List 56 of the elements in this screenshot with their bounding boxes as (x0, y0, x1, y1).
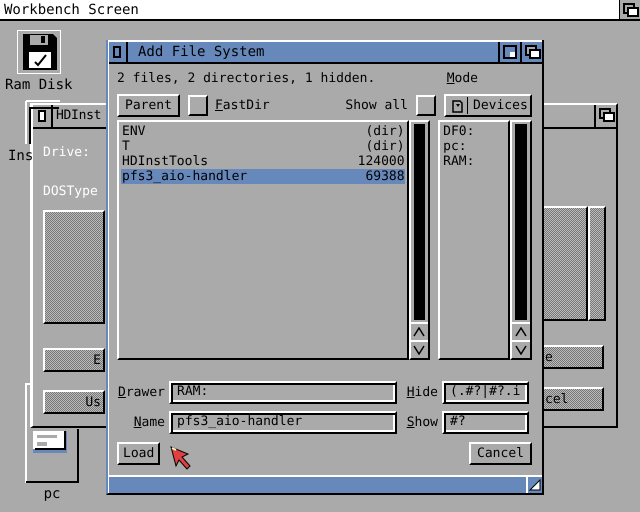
device-entry[interactable]: pc: (442, 139, 506, 154)
depth-gadget[interactable] (594, 105, 616, 127)
icon-label[interactable]: Ram Disk (5, 77, 72, 93)
show-all-label: Show all (345, 98, 408, 114)
drawer-field[interactable]: RAM: (169, 381, 397, 404)
scroll-track[interactable] (414, 124, 426, 320)
title-bar[interactable]: Add File System (108, 40, 542, 64)
icon-label[interactable]: Ins (8, 148, 34, 164)
mouse-pointer-icon (170, 446, 192, 470)
file-entry[interactable]: ENV (dir) (121, 124, 405, 139)
icon-label[interactable]: pc (44, 486, 60, 502)
status-text: 2 files, 2 directories, 1 hidden. (117, 71, 376, 87)
hide-pattern-field[interactable]: (.#?|#?.i (442, 381, 529, 404)
scroll-down-arrow[interactable] (512, 340, 530, 358)
scroll-track[interactable] (515, 124, 528, 320)
scroll-down-arrow[interactable] (410, 340, 428, 358)
hide-label: Hide (406, 384, 438, 400)
device-entry[interactable]: RAM: (442, 154, 506, 169)
mode-cycle-button[interactable]: Devices (444, 94, 532, 117)
dostype-label: DOSType (43, 184, 99, 200)
file-entry[interactable]: HDInstTools 124000 (121, 154, 405, 169)
screen-title: Workbench Screen (3, 2, 139, 18)
file-name: pfs3_aio-handler (122, 169, 248, 184)
name-label: Name (132, 414, 165, 430)
cancel-button[interactable]: Cancel (469, 442, 532, 465)
show-label: Show (406, 414, 438, 430)
drawer-label: Drawer (117, 384, 165, 400)
file-size: 69388 (365, 169, 405, 184)
device-entry[interactable]: DF0: (442, 124, 506, 139)
depth-gadget[interactable] (520, 42, 542, 62)
file-name: T (122, 139, 130, 154)
show-pattern-field[interactable]: #? (442, 411, 529, 434)
mode-label: Mode (446, 71, 478, 87)
depth-gadget[interactable] (619, 0, 640, 19)
load-button[interactable]: Load (117, 442, 160, 465)
scrollbar[interactable] (408, 120, 430, 360)
file-size: 124000 (358, 154, 405, 169)
checkbox[interactable] (416, 95, 436, 116)
drive-label: Drive: (43, 145, 91, 161)
window-title: Add File System (137, 44, 266, 60)
file-name: HDInstTools (122, 154, 208, 169)
file-size: (dir) (365, 139, 405, 154)
name-field[interactable]: pfs3_aio-handler (169, 411, 397, 434)
parent-button[interactable]: Parent (117, 94, 180, 117)
file-name: ENV (122, 124, 146, 139)
hard-drive-icon[interactable] (25, 383, 79, 483)
scrollbar[interactable] (588, 206, 606, 321)
scrollbar[interactable] (510, 120, 532, 360)
file-entry[interactable]: pfs3_aio-handler 69388 (121, 169, 405, 184)
checkbox[interactable] (188, 95, 208, 116)
file-size: (dir) (365, 124, 405, 139)
cycle-icon (450, 98, 464, 114)
resize-gadget[interactable] (526, 477, 542, 493)
fastdir-label: FastDir (214, 98, 270, 114)
file-entry[interactable]: T (dir) (121, 139, 405, 154)
window-title: HDInst (56, 108, 102, 124)
